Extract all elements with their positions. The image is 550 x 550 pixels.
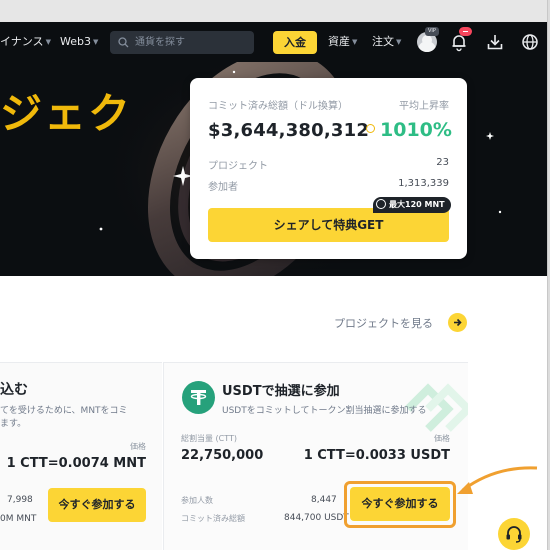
card-title: USDTで抽選に参加 [222, 384, 340, 399]
chevron-down-icon: ▼ [92, 38, 99, 46]
participants-value: 1,313,339 [398, 178, 449, 189]
view-projects-link[interactable]: プロジェクトを見る [334, 315, 433, 331]
highlight-box [344, 481, 456, 528]
max-reward-label: 最大120 MNT [389, 200, 445, 209]
headset-icon [506, 526, 522, 543]
card-title: 込む [0, 382, 28, 398]
mnt-pool-card: 込む てを受けるために、MNTをコミ ます。 価格 1 CTT=0.0074 M… [0, 362, 162, 550]
chevron-down-icon: ▼ [45, 38, 51, 46]
nav-item-binance[interactable]: イナンス ▼ [0, 22, 51, 62]
coin-icon [376, 199, 386, 209]
allocation-value: 22,750,000 [181, 448, 264, 463]
search-icon [118, 37, 129, 48]
nav-item-label: 資産 [328, 35, 350, 48]
arrow-right-icon[interactable] [448, 313, 467, 332]
info-icon[interactable] [366, 124, 375, 133]
globe-icon[interactable] [520, 32, 540, 52]
projects-label: プロジェクト [208, 161, 268, 172]
committed-value: $3,644,380,312 [208, 120, 370, 141]
price-value: 1 CTT=0.0033 USDT [303, 448, 450, 463]
card-description: USDTをコミットしてトークン割当抽選に参加する [222, 406, 427, 416]
participants-value: 7,998 [7, 495, 33, 505]
price-label: 価格 [130, 442, 146, 451]
participants-label: 参加者 [208, 182, 238, 193]
join-now-button[interactable]: 今すぐ参加する [48, 488, 146, 522]
committed-label: コミット済み総額 [181, 514, 245, 523]
price-label: 価格 [434, 434, 450, 443]
nav-item-label: イナンス [0, 35, 44, 48]
nav-item-assets[interactable]: 資産 ▼ [328, 22, 357, 62]
nav-item-orders[interactable]: 注文 ▼ [372, 22, 401, 62]
avg-rise-label: 平均上昇率 [399, 101, 449, 112]
download-icon[interactable] [485, 32, 505, 52]
price-value: 1 CTT=0.0074 MNT [6, 456, 146, 471]
search-placeholder: 通貨を探す [135, 37, 185, 48]
card-desc-line2: ます。 [0, 419, 27, 429]
tether-icon [182, 381, 215, 414]
max-reward-tag: 最大120 MNT [373, 197, 451, 213]
nav-item-web3[interactable]: Web3 ▼ [60, 22, 98, 62]
projects-value: 23 [436, 157, 449, 168]
deposit-button[interactable]: 入金 [273, 31, 317, 54]
committed-value: 844,700 USDT [284, 513, 349, 523]
participants-value: 8,447 [311, 495, 337, 505]
hero-title: ジェク [0, 89, 133, 138]
nav-item-label: Web3 [60, 35, 91, 48]
allocation-label: 総割当量 (CTT) [181, 434, 238, 443]
committed-label: コミット済み総額（ドル換算） [208, 101, 348, 112]
stats-card: コミット済み総額（ドル換算） 平均上昇率 $3,644,380,312 1010… [190, 78, 467, 259]
share-button[interactable]: シェアして特典GET [208, 208, 449, 242]
top-strip [0, 0, 547, 22]
nav-item-label: 注文 [372, 35, 394, 48]
browser-viewport: イナンス ▼ Web3 ▼ 通貨を探す 入金 資産 ▼ 注文 ▼ VIP ジェク… [0, 0, 548, 550]
avg-rise-value: 1010% [380, 119, 452, 141]
committed-value: 0M MNT [0, 514, 37, 524]
chevron-down-icon: ▼ [352, 38, 358, 46]
annotation-arrow [457, 466, 538, 494]
card-desc-line1: てを受けるために、MNTをコミ [0, 406, 128, 416]
notification-badge [459, 27, 472, 36]
vip-badge: VIP [425, 27, 439, 36]
participants-label: 参加人数 [181, 496, 213, 505]
support-button[interactable] [498, 518, 530, 550]
chevron-down-icon: ▼ [396, 38, 402, 46]
search-input[interactable]: 通貨を探す [110, 31, 254, 54]
top-nav: イナンス ▼ Web3 ▼ 通貨を探す 入金 資産 ▼ 注文 ▼ VIP [0, 22, 547, 62]
